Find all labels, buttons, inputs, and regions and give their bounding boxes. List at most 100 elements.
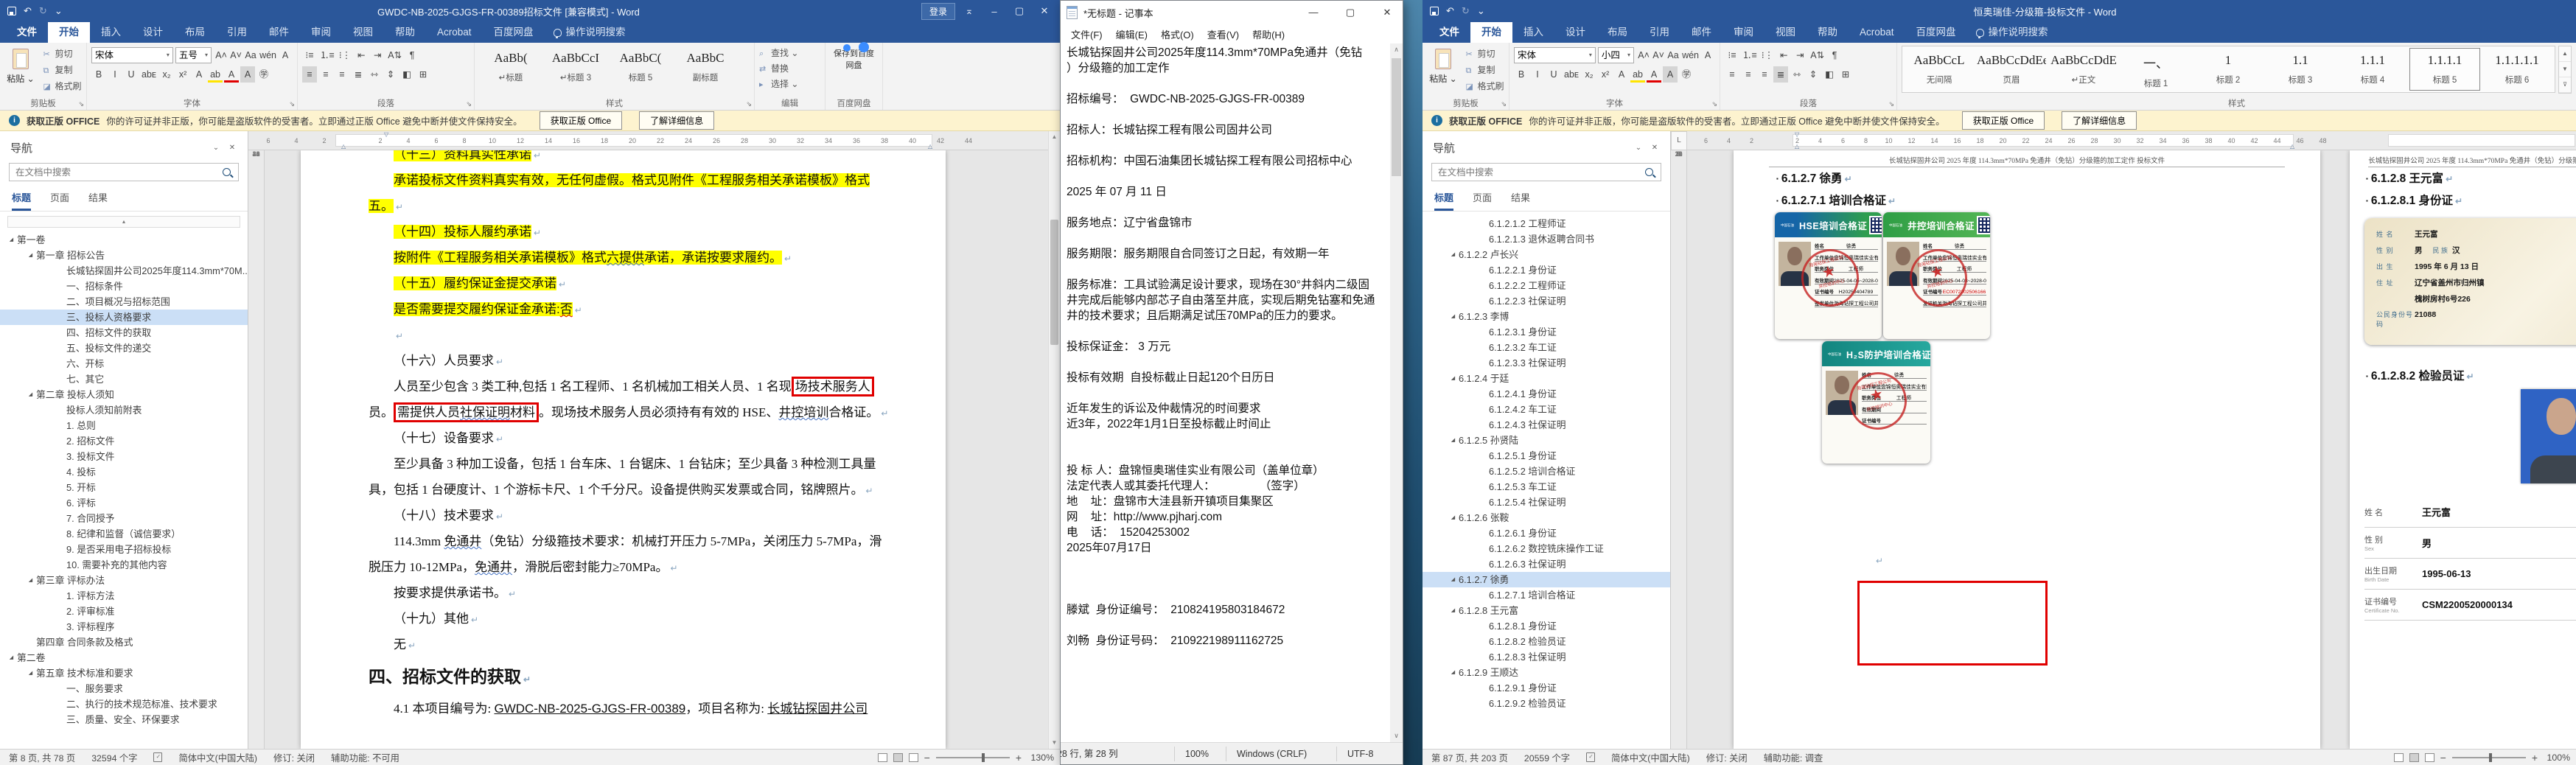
- text-line[interactable]: 投标保证金： 3 万元: [1067, 339, 1390, 354]
- copy-button[interactable]: ⧉ 复制: [43, 62, 81, 78]
- expand-arrow-icon[interactable]: ◢: [1448, 572, 1459, 587]
- text-line[interactable]: [1067, 324, 1390, 339]
- hanging-indent-marker[interactable]: △: [341, 143, 346, 150]
- text-line[interactable]: 长城钻探固井公司2025年度114.3mm*70MPa免通井（免钻: [1067, 45, 1390, 60]
- page-indicator[interactable]: 第 8 页, 共 78 页: [9, 751, 75, 764]
- paragraph-button[interactable]: ≡: [335, 66, 349, 83]
- font-style-button[interactable]: A: [192, 66, 206, 83]
- nav-heading-item[interactable]: ◢ 6.1.2.5 孙贤陆: [1423, 433, 1670, 448]
- font-style-button[interactable]: abᴇ: [1563, 66, 1580, 83]
- text-line[interactable]: 2025年07月17日: [1067, 540, 1390, 556]
- language-indicator[interactable]: 简体中文(中国大陆): [1611, 751, 1690, 764]
- font-style-button[interactable]: ab: [1630, 66, 1645, 83]
- paragraph-button[interactable]: ⁝≡: [302, 47, 317, 63]
- qat-customize-icon[interactable]: ⌄: [55, 5, 63, 17]
- tell-me-search[interactable]: 操作说明搜索: [545, 22, 635, 43]
- nav-heading-item[interactable]: ◢ 6.1.2.3 李博: [1423, 309, 1670, 324]
- nav-heading-item[interactable]: 6.1.2.9.1 身份证: [1423, 680, 1670, 696]
- ribbon-tab[interactable]: 引用: [216, 22, 258, 43]
- text-line[interactable]: 服务期限：服务期限自合同签订之日起，有效期一年: [1067, 246, 1390, 262]
- nav-heading-item[interactable]: 6.1.2.3.1 身份证: [1423, 324, 1670, 340]
- vertical-scrollbar[interactable]: ▲ ▼: [1048, 131, 1060, 749]
- document-line[interactable]: 承诺投标文件资料真实有效，无任何虚假。格式见附件《工程服务相关承诺模板》格式: [369, 167, 935, 193]
- ribbon-tab[interactable]: Acrobat: [1849, 22, 1905, 43]
- text-line[interactable]: [1067, 262, 1390, 277]
- paragraph-button[interactable]: ◧: [399, 66, 414, 83]
- style-item[interactable]: 1.1.1.1 标题 5: [2409, 48, 2480, 91]
- paragraph-button[interactable]: ⇥: [1793, 47, 1807, 63]
- scrollbar-thumb[interactable]: [1392, 58, 1401, 176]
- ribbon-tab[interactable]: 审阅: [300, 22, 342, 43]
- nav-heading-item[interactable]: 三、投标人资格要求: [0, 310, 248, 325]
- document-page[interactable]: 长城钻探固井公司 2025 年度 114.3mm*70MPa 免通井（免钻）分级…: [1734, 150, 2320, 749]
- nav-heading-item[interactable]: 六、开标: [0, 356, 248, 371]
- document-line[interactable]: 按附件《工程服务相关承诺模板》格式六提供承诺，承诺按要求履约。 ↵: [369, 245, 935, 270]
- zoom-level[interactable]: 130%: [1027, 752, 1054, 763]
- get-genuine-office-button[interactable]: 获取正版 Office: [1961, 111, 2045, 130]
- font-style-button[interactable]: x²: [175, 66, 190, 83]
- read-mode-icon[interactable]: [2393, 752, 2404, 762]
- text-line[interactable]: [1067, 200, 1390, 215]
- nav-heading-item[interactable]: 3. 投标文件: [0, 449, 248, 464]
- nav-tab[interactable]: 页面: [50, 190, 69, 211]
- nav-heading-item[interactable]: 第四章 合同条款及格式: [0, 635, 248, 650]
- paragraph-button[interactable]: ¶: [1827, 47, 1842, 63]
- paragraph-button[interactable]: ⇕: [383, 66, 398, 83]
- text-line[interactable]: 近年发生的诉讼及仲裁情况的时间要求: [1067, 401, 1390, 416]
- text-line[interactable]: 服务标准：工具试验满足设计要求，现场在30°井斜内二级固: [1067, 277, 1390, 293]
- scrollbar-thumb[interactable]: [1050, 220, 1058, 345]
- paragraph-button[interactable]: ≡: [318, 66, 333, 83]
- search-input[interactable]: [1432, 167, 1645, 178]
- paragraph-button[interactable]: ⇕: [1806, 66, 1821, 83]
- nav-heading-item[interactable]: 3. 评标程序: [0, 619, 248, 635]
- paragraph-button[interactable]: ⁝≡: [1725, 47, 1739, 63]
- nav-tab[interactable]: 页面: [1473, 190, 1492, 211]
- jump-to-top-bar[interactable]: ▴: [7, 216, 240, 228]
- style-item[interactable]: AaBbCcDdE ↵正文: [2048, 48, 2119, 91]
- ribbon-tab[interactable]: Acrobat: [426, 22, 483, 43]
- font-name-select[interactable]: 宋体 ▾: [91, 47, 173, 63]
- font-style-button[interactable]: A: [1647, 66, 1661, 83]
- paragraph-button[interactable]: ⁝⋮: [1760, 47, 1775, 63]
- font-style-button[interactable]: B: [1514, 66, 1529, 83]
- search-icon[interactable]: [223, 168, 231, 176]
- nav-heading-item[interactable]: 二、项目概况与招标范围: [0, 294, 248, 310]
- text-line[interactable]: [1067, 447, 1390, 463]
- vertical-ruler[interactable]: 22 24 26 28 30 32 34 36 38 40 42 44 46: [248, 150, 265, 749]
- paragraph-button[interactable]: ⒈≡: [1741, 47, 1759, 63]
- track-changes-indicator[interactable]: 修订: 关闭: [1706, 751, 1748, 764]
- expand-arrow-icon[interactable]: ◢: [1448, 433, 1459, 448]
- font-style-button[interactable]: x₂: [159, 66, 174, 83]
- nav-heading-item[interactable]: 6.1.2.4.3 社保证明: [1423, 417, 1670, 433]
- get-genuine-office-button[interactable]: 获取正版 Office: [539, 111, 623, 130]
- document-canvas[interactable]: 长城钻探固井公司 2025 年度 114.3mm*70MPa 免通井（免钻）分级…: [1687, 150, 2576, 749]
- nav-heading-item[interactable]: 10. 需要补充的其他内容: [0, 557, 248, 573]
- font-style-button[interactable]: x₂: [1582, 66, 1596, 83]
- text-line[interactable]: [1067, 138, 1390, 153]
- nav-heading-item[interactable]: 1. 评标方法: [0, 588, 248, 604]
- nav-tab[interactable]: 标题: [1434, 190, 1454, 211]
- nav-heading-item[interactable]: 6.1.2.4.1 身份证: [1423, 386, 1670, 402]
- nav-heading-item[interactable]: 6.1.2.8.2 检验员证: [1423, 634, 1670, 649]
- hse-certificate-image[interactable]: 中国石油HSE培训合格证 姓名徐勇工作单位盘锦恒奥瑞佳实业有限公司职务岗位工程师…: [1775, 212, 1882, 339]
- nav-heading-item[interactable]: 五、投标文件的递交: [0, 340, 248, 356]
- print-layout-icon[interactable]: [2409, 752, 2419, 762]
- menu-item[interactable]: 格式(O): [1155, 25, 1200, 43]
- document-search-box[interactable]: [1431, 163, 1661, 181]
- paragraph-button[interactable]: A⇅: [1809, 47, 1826, 63]
- font-tool-button[interactable]: A: [1700, 47, 1715, 63]
- dialog-launcher-icon[interactable]: ⇘: [746, 100, 752, 108]
- learn-more-button[interactable]: 了解详细信息: [639, 111, 715, 130]
- paragraph-button[interactable]: ⊞: [1838, 66, 1853, 83]
- ribbon-tab[interactable]: 设计: [132, 22, 174, 43]
- text-line[interactable]: 投 标 人：盘锦恒奥瑞佳实业有限公司（盖单位章）: [1067, 463, 1390, 478]
- close-button[interactable]: ✕: [1033, 5, 1055, 17]
- nav-heading-item[interactable]: 7. 合同授予: [0, 511, 248, 526]
- search-icon[interactable]: [1645, 168, 1653, 176]
- nav-heading-item[interactable]: 6.1.2.6.2 数控铣床操作工证: [1423, 541, 1670, 556]
- ribbon-tab[interactable]: 引用: [1638, 22, 1680, 43]
- text-line[interactable]: 招标机构：中国石油集团长城钻探工程有限公司招标中心: [1067, 153, 1390, 169]
- nav-heading-item[interactable]: 6.1.2.5.3 车工证: [1423, 479, 1670, 495]
- text-line[interactable]: 滕斌 身份证编号： 210824195803184672: [1067, 602, 1390, 618]
- web-layout-icon[interactable]: [908, 752, 918, 762]
